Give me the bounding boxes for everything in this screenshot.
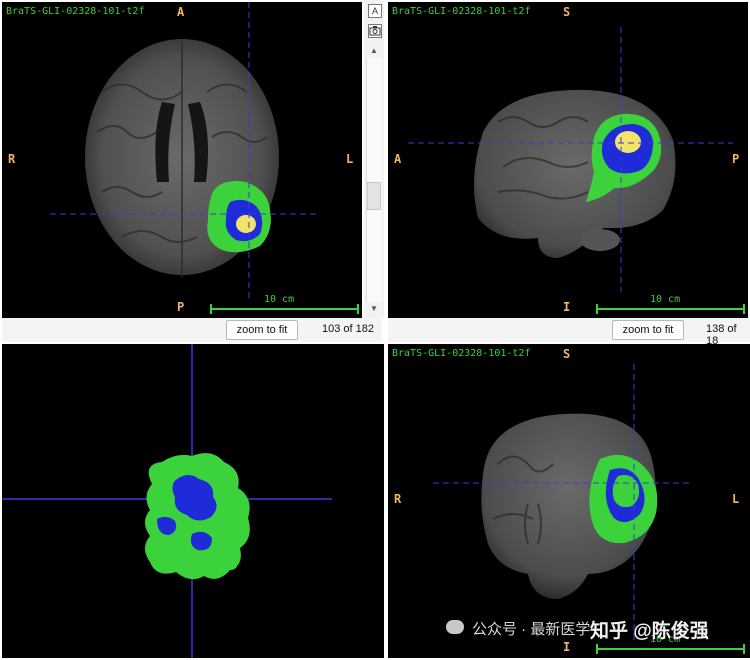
axial-scale-bar <box>210 304 359 314</box>
sagittal-orient-left: A <box>394 152 402 166</box>
label-toggle-button[interactable]: A <box>368 4 382 18</box>
coronal-orient-right: L <box>732 492 740 506</box>
sagittal-orient-bottom: I <box>563 300 571 314</box>
sagittal-zoom-to-fit-button[interactable]: zoom to fit <box>612 320 684 340</box>
axial-orient-bottom: P <box>177 300 185 314</box>
axial-scale-label: 10 cm <box>264 294 295 305</box>
axial-scrollbar[interactable]: A ▲ ▼ <box>364 0 384 318</box>
watermark-platform: 公众号 · 最新医学 <box>472 621 591 638</box>
axial-orient-right: L <box>346 152 354 166</box>
axial-image <box>50 2 317 302</box>
coronal-orient-top: S <box>563 347 571 361</box>
axial-status-bar: zoom to fit 103 of 182 <box>2 318 382 342</box>
coronal-image <box>433 364 693 644</box>
sagittal-scale-bar <box>596 304 745 314</box>
watermark-title: 知乎 @陈俊强 <box>590 621 709 642</box>
axial-volume-name: BraTS-GLI-02328-101-t2f <box>6 6 145 17</box>
sagittal-status-bar: zoom to fit 138 of 18 <box>388 318 750 347</box>
scroll-down-icon[interactable]: ▼ <box>368 304 380 313</box>
scroll-up-icon[interactable]: ▲ <box>368 46 380 55</box>
camera-icon[interactable] <box>368 24 382 38</box>
axial-orient-top: A <box>177 5 185 19</box>
axial-orient-left: R <box>8 152 16 166</box>
sagittal-image <box>408 27 733 292</box>
wechat-icon <box>446 620 464 634</box>
scroll-track[interactable] <box>366 58 382 302</box>
axial-zoom-to-fit-button[interactable]: zoom to fit <box>226 320 298 340</box>
sagittal-volume-name: BraTS-GLI-02328-101-t2f <box>392 6 531 17</box>
coronal-view[interactable]: BraTS-GLI-02328-101-t2f S R L I 10 cm 公众… <box>388 344 750 658</box>
coronal-orient-bottom: I <box>563 640 571 654</box>
coronal-orient-left: R <box>394 492 402 506</box>
sagittal-view[interactable]: BraTS-GLI-02328-101-t2f S A P I 10 cm <box>388 2 748 318</box>
sagittal-orient-top: S <box>563 5 571 19</box>
render-3d-view[interactable] <box>2 344 384 658</box>
tumor-3d-model <box>145 453 250 580</box>
axial-slice-counter: 103 of 182 <box>322 323 374 335</box>
axial-tumor-overlay <box>207 181 271 253</box>
axial-view[interactable]: BraTS-GLI-02328-101-t2f A R L P 10 cm <box>2 2 362 318</box>
render-3d-image <box>2 344 332 658</box>
coronal-volume-name: BraTS-GLI-02328-101-t2f <box>392 348 531 359</box>
coronal-scale-bar <box>596 644 745 654</box>
sagittal-scale-label: 10 cm <box>650 294 681 305</box>
scroll-thumb[interactable] <box>367 182 381 210</box>
sagittal-cerebellum <box>580 229 620 251</box>
sagittal-orient-right: P <box>732 152 740 166</box>
